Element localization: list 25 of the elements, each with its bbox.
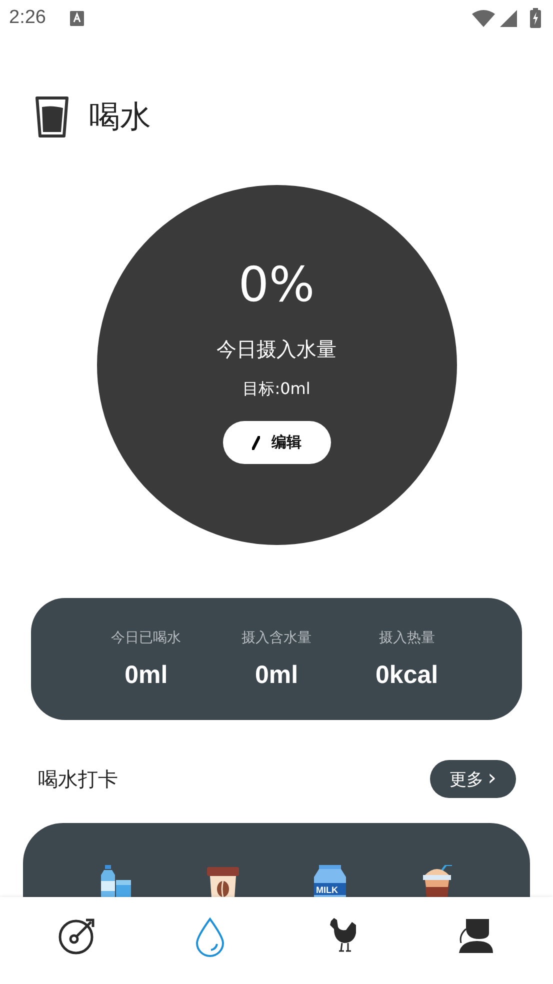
keyboard-notification-icon (70, 10, 84, 26)
pencil-icon (252, 436, 260, 450)
goal-text: 目标:0ml (242, 379, 310, 399)
stat-label: 摄入含水量 (241, 628, 312, 646)
status-time: 2:26 (9, 7, 46, 29)
water-drop-icon[interactable] (194, 917, 225, 957)
stat-label: 今日已喝水 (111, 628, 182, 646)
progress-percent: 0% (238, 257, 315, 313)
dial-icon[interactable] (58, 917, 96, 955)
stat-value: 0ml (124, 660, 168, 690)
stat-value: 0kcal (376, 660, 438, 690)
stat-label: 摄入热量 (378, 628, 435, 646)
glass-icon (35, 96, 69, 138)
signal-icon (500, 10, 517, 26)
wifi-icon (472, 10, 495, 26)
more-button[interactable]: 更多 › (430, 760, 516, 798)
battery-icon (530, 8, 541, 28)
section-title: 喝水打卡 (38, 766, 118, 792)
intake-label: 今日摄入水量 (216, 336, 336, 363)
person-icon[interactable] (457, 917, 496, 955)
milk-label: MILK (316, 885, 338, 895)
page-title: 喝水 (89, 98, 151, 137)
stat-value: 0ml (254, 660, 298, 690)
chicken-icon[interactable] (328, 917, 358, 953)
edit-button[interactable]: 编辑 (222, 421, 330, 464)
